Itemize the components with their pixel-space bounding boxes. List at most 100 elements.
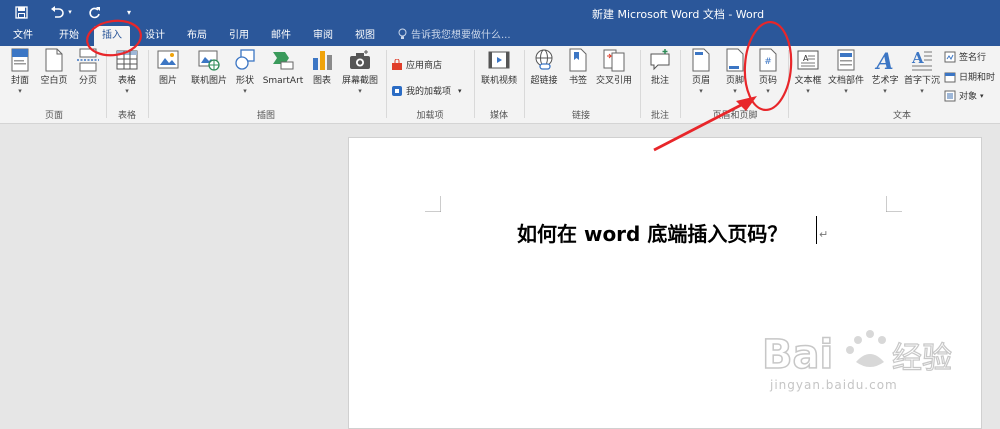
text-cursor <box>816 216 817 244</box>
group-label-tables: 表格 <box>117 111 136 121</box>
chevron-down-icon: ▾ <box>243 87 247 95</box>
group-label-media: 媒体 <box>489 111 508 121</box>
tab-references[interactable]: 引用 <box>222 25 256 46</box>
svg-text:#: # <box>764 57 772 67</box>
undo-icon[interactable] <box>48 3 66 21</box>
online-picture-icon <box>197 48 221 72</box>
bookmark-button[interactable]: 书签 <box>565 48 591 87</box>
chevron-down-icon: ▾ <box>766 87 770 95</box>
title-bar: ▾ ▾ 新建 Microsoft Word 文档 - Word <box>0 0 1000 25</box>
addins-icon <box>391 85 403 97</box>
chevron-down-icon: ▾ <box>844 87 848 95</box>
comment-icon <box>648 48 672 72</box>
tab-insert[interactable]: 插入 <box>94 26 130 47</box>
page-number-icon: # <box>756 48 780 72</box>
chevron-down-icon: ▾ <box>125 87 129 95</box>
screenshot-label: 屏幕截图 <box>341 76 378 86</box>
wordart-button[interactable]: A 艺术字 ▾ <box>868 48 902 95</box>
blank-page-icon <box>42 48 66 72</box>
group-label-text: 文本 <box>892 111 911 121</box>
tell-me-text: 告诉我您想要做什么... <box>411 30 511 41</box>
cross-reference-button[interactable]: 交叉引用 <box>594 48 634 87</box>
tab-home[interactable]: 开始 <box>52 25 86 46</box>
tab-layout[interactable]: 布局 <box>180 25 214 46</box>
object-button[interactable]: 对象 ▾ <box>944 89 984 102</box>
store-button[interactable]: 应用商店 <box>391 58 442 71</box>
chevron-down-icon: ▾ <box>920 87 924 95</box>
group-divider <box>640 50 641 118</box>
cover-page-button[interactable]: 封面 ▾ <box>6 48 34 95</box>
online-video-button[interactable]: 联机视频 <box>478 48 520 87</box>
page-break-label: 分页 <box>78 76 97 86</box>
redo-icon[interactable] <box>86 3 102 21</box>
quick-parts-icon <box>834 48 858 72</box>
undo-dropdown-icon[interactable]: ▾ <box>66 3 74 21</box>
wordart-label: 艺术字 <box>871 76 899 86</box>
group-divider <box>474 50 475 118</box>
tab-file[interactable]: 文件 <box>6 25 40 46</box>
footer-button[interactable]: 页脚 ▾ <box>720 48 750 95</box>
signature-line-label: 签名行 <box>959 53 987 63</box>
chevron-down-icon: ▾ <box>806 87 810 95</box>
textbox-icon: A <box>796 48 820 72</box>
header-label: 页眉 <box>691 76 710 86</box>
cover-page-label: 封面 <box>10 76 29 86</box>
margin-corner-mark <box>425 196 441 212</box>
tab-design[interactable]: 设计 <box>138 25 172 46</box>
chevron-down-icon: ▾ <box>458 86 462 95</box>
blank-page-button[interactable]: 空白页 <box>38 48 70 87</box>
quick-parts-label: 文档部件 <box>827 76 864 86</box>
online-video-label: 联机视频 <box>480 76 517 86</box>
pictures-label: 图片 <box>158 76 177 86</box>
tab-mailings[interactable]: 邮件 <box>264 25 298 46</box>
screenshot-button[interactable]: 屏幕截图 ▾ <box>338 48 382 95</box>
drop-cap-icon: A <box>910 48 934 72</box>
group-label-links: 链接 <box>571 111 590 121</box>
page-break-button[interactable]: 分页 <box>74 48 102 87</box>
signature-line-button[interactable]: 签名行 <box>944 50 986 63</box>
shapes-button[interactable]: 形状 ▾ <box>232 48 258 95</box>
textbox-label: 文本框 <box>794 76 822 86</box>
document-heading[interactable]: 如何在 word 底端插入页码？ <box>517 218 787 247</box>
header-button[interactable]: 页眉 ▾ <box>686 48 716 95</box>
textbox-button[interactable]: A 文本框 ▾ <box>792 48 824 95</box>
date-time-button[interactable]: 日期和时 <box>944 70 995 83</box>
pictures-button[interactable]: 图片 <box>154 48 182 87</box>
calendar-icon <box>944 71 956 83</box>
group-label-addins: 加载项 <box>416 111 444 121</box>
comment-button[interactable]: 批注 <box>646 48 674 87</box>
table-button[interactable]: 表格 ▾ <box>112 48 142 95</box>
chart-button[interactable]: 图表 <box>309 48 335 87</box>
lightbulb-icon <box>398 25 407 46</box>
object-label: 对象 <box>959 92 978 102</box>
footer-icon <box>723 48 747 72</box>
group-divider <box>680 50 681 118</box>
online-pictures-button[interactable]: 联机图片 <box>188 48 230 87</box>
smartart-button[interactable]: SmartArt <box>261 48 305 87</box>
save-icon[interactable] <box>12 3 30 21</box>
tab-review[interactable]: 审阅 <box>306 25 340 46</box>
window-title: 新建 Microsoft Word 文档 - Word <box>592 8 765 21</box>
quick-parts-button[interactable]: 文档部件 ▾ <box>826 48 866 95</box>
drop-cap-button[interactable]: A 首字下沉 ▾ <box>902 48 942 95</box>
customize-toolbar-icon[interactable]: ▾ <box>124 3 134 21</box>
object-icon <box>944 90 956 102</box>
blank-page-label: 空白页 <box>40 76 68 86</box>
tell-me-box[interactable]: 告诉我您想要做什么... <box>398 25 511 46</box>
group-label-comments: 批注 <box>650 111 669 121</box>
svg-text:A: A <box>911 49 924 67</box>
margin-corner-mark <box>886 196 902 212</box>
cross-reference-label: 交叉引用 <box>595 76 632 86</box>
chevron-down-icon: ▾ <box>733 87 737 95</box>
chevron-down-icon: ▾ <box>18 87 22 95</box>
store-label: 应用商店 <box>406 61 443 71</box>
smartart-label: SmartArt <box>262 76 304 86</box>
svg-text:经验: 经验 <box>892 341 952 376</box>
hyperlink-button[interactable]: 超链接 <box>528 48 560 87</box>
page-number-button[interactable]: # 页码 ▾ <box>754 48 782 95</box>
tab-view[interactable]: 视图 <box>348 25 382 46</box>
svg-text:A: A <box>874 49 893 72</box>
online-pictures-label: 联机图片 <box>190 76 227 86</box>
my-addins-button[interactable]: 我的加载项 ▾ <box>391 84 462 97</box>
cross-reference-icon <box>602 48 626 72</box>
